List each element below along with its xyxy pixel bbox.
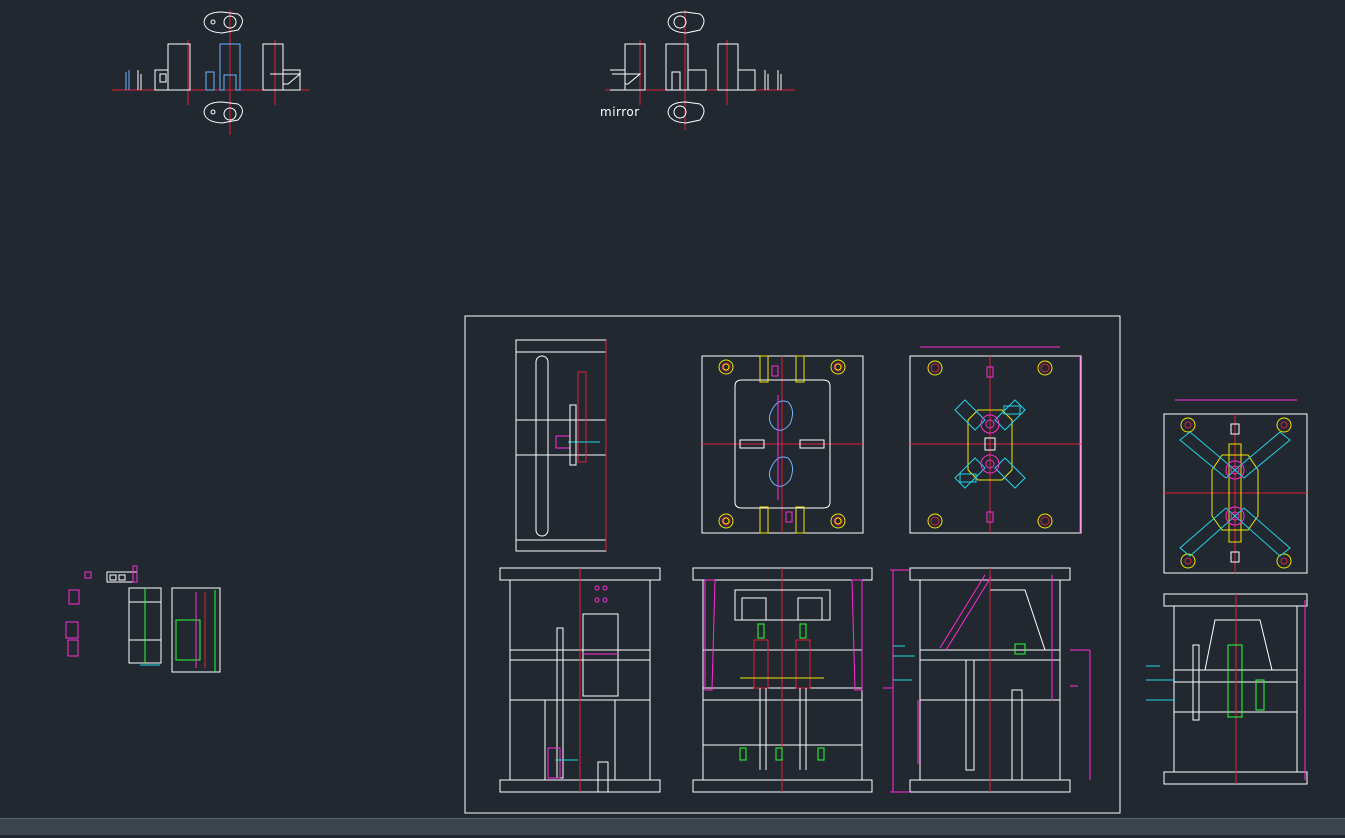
section-view-b (692, 567, 873, 793)
cad-canvas[interactable]: mirror (0, 0, 1345, 834)
detail-cluster (65, 565, 221, 673)
mirror-label: mirror (600, 105, 640, 119)
cad-drawing (65, 10, 1308, 814)
part-views-original (112, 10, 310, 135)
right-plate-view (1163, 399, 1308, 574)
right-section-view (1146, 593, 1308, 785)
side-view-a (515, 339, 607, 552)
cavity-plate-view (909, 346, 1082, 534)
status-bar (0, 818, 1345, 835)
section-view-a (499, 567, 661, 793)
section-view-c (883, 567, 1091, 793)
core-plate-view (701, 355, 864, 534)
